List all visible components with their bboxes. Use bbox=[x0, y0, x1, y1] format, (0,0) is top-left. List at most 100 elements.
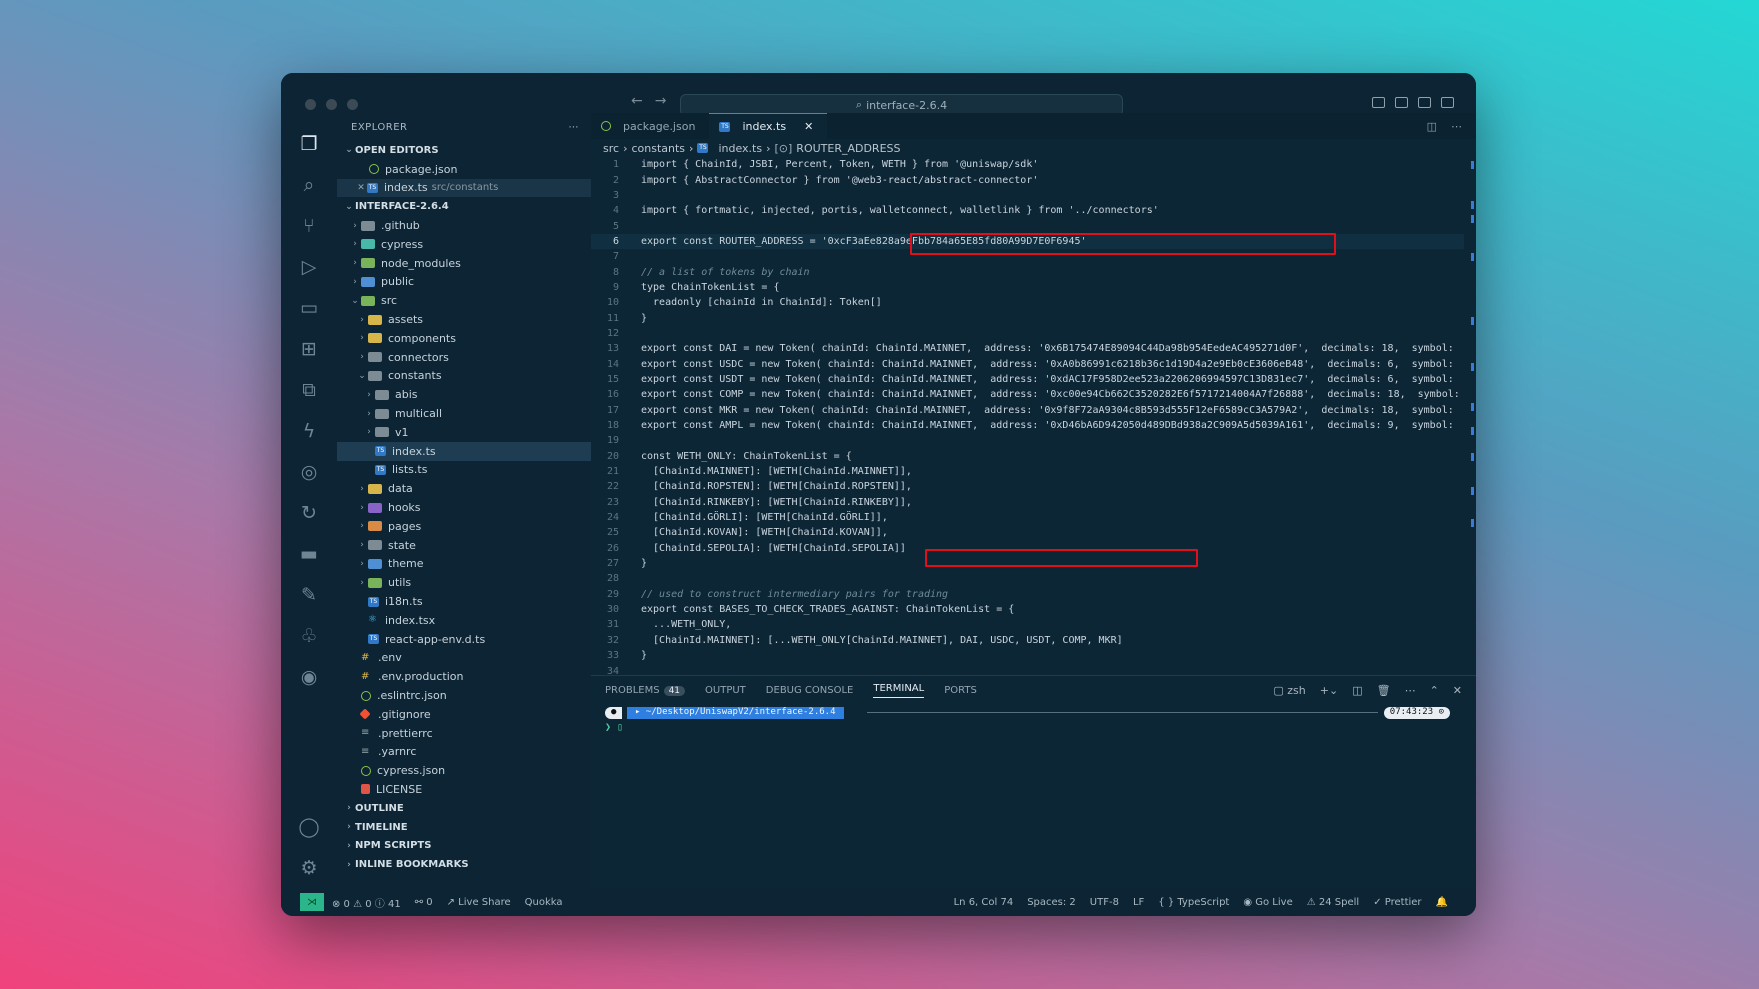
project-section[interactable]: ⌄ INTERFACE-2.6.4 bbox=[337, 197, 591, 216]
more-actions-icon[interactable]: ⋯ bbox=[1405, 684, 1416, 697]
eol[interactable]: LF bbox=[1133, 897, 1144, 908]
indentation[interactable]: Spaces: 2 bbox=[1027, 897, 1076, 908]
toggle-secondary-sidebar-icon[interactable] bbox=[1418, 97, 1431, 108]
back-arrow-icon[interactable]: ← bbox=[631, 93, 655, 109]
more-actions-icon[interactable]: ⋯ bbox=[569, 122, 580, 133]
cursor-position[interactable]: Ln 6, Col 74 bbox=[954, 897, 1014, 908]
sidebar-section[interactable]: › NPM SCRIPTS bbox=[337, 836, 591, 855]
file-item[interactable]: ⚛ index.tsx bbox=[337, 611, 591, 630]
quokka-status[interactable]: Quokka bbox=[525, 897, 563, 908]
more-actions-icon[interactable]: ⋯ bbox=[1451, 120, 1462, 133]
folder-item[interactable]: › assets bbox=[337, 310, 591, 329]
forward-arrow-icon[interactable]: → bbox=[655, 93, 679, 109]
git-graph-icon[interactable]: ◎ bbox=[281, 451, 337, 492]
file-item[interactable]: ≡ .yarnrc bbox=[337, 743, 591, 762]
problems-status[interactable]: ⊗ 0 ⚠ 0 ⓘ 41 bbox=[332, 895, 401, 910]
open-editor-item[interactable]: ✕ TS index.ts src/constants bbox=[337, 178, 591, 198]
lightning-icon[interactable]: ϟ bbox=[281, 410, 337, 451]
close-icon[interactable]: ✕ bbox=[355, 183, 367, 193]
folder-item[interactable]: › components bbox=[337, 329, 591, 348]
open-editors-section[interactable]: ⌄ OPEN EDITORS bbox=[337, 141, 591, 160]
breadcrumb-item[interactable]: src bbox=[603, 142, 619, 155]
folder-item[interactable]: › theme bbox=[337, 555, 591, 574]
new-terminal-icon[interactable]: +⌄ bbox=[1320, 684, 1338, 697]
breadcrumb-item[interactable]: constants bbox=[631, 142, 685, 155]
file-item[interactable]: LICENSE bbox=[337, 780, 591, 799]
folder-item[interactable]: ⌄ src bbox=[337, 291, 591, 310]
tab-package-json[interactable]: package.json bbox=[591, 113, 709, 139]
live-share-status[interactable]: ↗ Live Share bbox=[447, 897, 511, 908]
tab-index-ts[interactable]: TS index.ts ✕ bbox=[709, 113, 828, 139]
sidebar-section[interactable]: › OUTLINE bbox=[337, 799, 591, 818]
folder-item[interactable]: › cypress bbox=[337, 235, 591, 254]
folder-item[interactable]: › public bbox=[337, 273, 591, 292]
minimize-window-button[interactable] bbox=[326, 99, 337, 110]
folder-item[interactable]: › v1 bbox=[337, 423, 591, 442]
run-debug-icon[interactable]: ▷ bbox=[281, 246, 337, 287]
folder-item[interactable]: › .github bbox=[337, 216, 591, 235]
terminal-cursor[interactable]: ❯ ▯ bbox=[605, 722, 623, 733]
maximize-panel-icon[interactable]: ⌃ bbox=[1430, 684, 1439, 697]
extensions-icon[interactable]: ⊞ bbox=[281, 328, 337, 369]
maximize-window-button[interactable] bbox=[347, 99, 358, 110]
folder-item[interactable]: › connectors bbox=[337, 348, 591, 367]
explorer-icon[interactable]: ❐ bbox=[281, 123, 337, 164]
file-item[interactable]: ≡ .prettierrc bbox=[337, 724, 591, 743]
file-item[interactable]: TS lists.ts bbox=[337, 461, 591, 480]
tree-icon[interactable]: ♧ bbox=[281, 615, 337, 656]
language-mode[interactable]: { } TypeScript bbox=[1158, 897, 1229, 908]
code-editor[interactable]: 1 import { ChainId, JSBI, Percent, Token,… bbox=[591, 157, 1464, 675]
gear-icon[interactable]: ⚙ bbox=[281, 847, 337, 888]
bell-icon[interactable]: 🔔 bbox=[1436, 897, 1448, 908]
customize-layout-icon[interactable] bbox=[1441, 97, 1454, 108]
prettier-status[interactable]: ✓ Prettier bbox=[1373, 897, 1421, 908]
breadcrumb-item[interactable]: ROUTER_ADDRESS bbox=[796, 142, 900, 155]
trash-icon[interactable]: 🗑 bbox=[1377, 684, 1391, 697]
containers-icon[interactable]: ⧉ bbox=[281, 369, 337, 410]
panel-tab[interactable]: TERMINAL bbox=[873, 683, 925, 698]
file-item[interactable]: TS react-app-env.d.ts bbox=[337, 630, 591, 649]
encoding[interactable]: UTF-8 bbox=[1090, 897, 1119, 908]
remote-icon[interactable]: ⋊ bbox=[300, 893, 324, 911]
account-icon[interactable]: ◯ bbox=[281, 806, 337, 847]
open-editor-item[interactable]: package.json bbox=[337, 160, 591, 179]
source-control-icon[interactable]: ⑂ bbox=[281, 205, 337, 246]
file-item[interactable]: # .env bbox=[337, 649, 591, 668]
search-icon[interactable]: ⌕ bbox=[281, 164, 337, 205]
folder-item[interactable]: › node_modules bbox=[337, 254, 591, 273]
ports-status[interactable]: ⚯ 0 bbox=[415, 897, 433, 908]
live-share-icon[interactable]: ↻ bbox=[281, 492, 337, 533]
file-item[interactable]: TS index.ts bbox=[337, 441, 591, 461]
minimap[interactable] bbox=[1464, 157, 1476, 675]
spell-check[interactable]: ⚠ 24 Spell bbox=[1307, 897, 1359, 908]
panel-tab[interactable]: OUTPUT bbox=[705, 685, 746, 696]
folder-item[interactable]: › utils bbox=[337, 573, 591, 592]
panel-tab[interactable]: DEBUG CONSOLE bbox=[766, 685, 854, 696]
toggle-sidebar-icon[interactable] bbox=[1372, 97, 1385, 108]
folder-item[interactable]: › data bbox=[337, 479, 591, 498]
split-terminal-icon[interactable]: ◫ bbox=[1352, 684, 1362, 697]
panel-tab[interactable]: PROBLEMS 41 bbox=[605, 685, 686, 696]
file-item[interactable]: .gitignore bbox=[337, 705, 591, 724]
close-icon[interactable]: ✕ bbox=[804, 120, 813, 133]
quill-icon[interactable]: ✎ bbox=[281, 574, 337, 615]
file-item[interactable]: cypress.json bbox=[337, 761, 591, 780]
sidebar-section[interactable]: › INLINE BOOKMARKS bbox=[337, 855, 591, 874]
toggle-panel-icon[interactable] bbox=[1395, 97, 1408, 108]
split-editor-icon[interactable]: ◫ bbox=[1427, 120, 1437, 133]
file-item[interactable]: .eslintrc.json bbox=[337, 686, 591, 705]
gitlens-icon[interactable]: ◉ bbox=[281, 656, 337, 697]
folder-item[interactable]: › abis bbox=[337, 385, 591, 404]
folder-item[interactable]: › multicall bbox=[337, 404, 591, 423]
docker-icon[interactable]: ▬ bbox=[281, 533, 337, 574]
file-item[interactable]: TS i18n.ts bbox=[337, 592, 591, 611]
close-panel-icon[interactable]: ✕ bbox=[1453, 684, 1462, 697]
folder-item[interactable]: ⌄ constants bbox=[337, 367, 591, 386]
folder-item[interactable]: › hooks bbox=[337, 498, 591, 517]
folder-item[interactable]: › state bbox=[337, 536, 591, 555]
close-window-button[interactable] bbox=[305, 99, 316, 110]
breadcrumb-item[interactable]: index.ts bbox=[718, 142, 762, 155]
sidebar-section[interactable]: › TIMELINE bbox=[337, 818, 591, 837]
remote-explorer-icon[interactable]: ▭ bbox=[281, 287, 337, 328]
terminal-shell-icon[interactable]: ▢ zsh bbox=[1273, 684, 1305, 697]
